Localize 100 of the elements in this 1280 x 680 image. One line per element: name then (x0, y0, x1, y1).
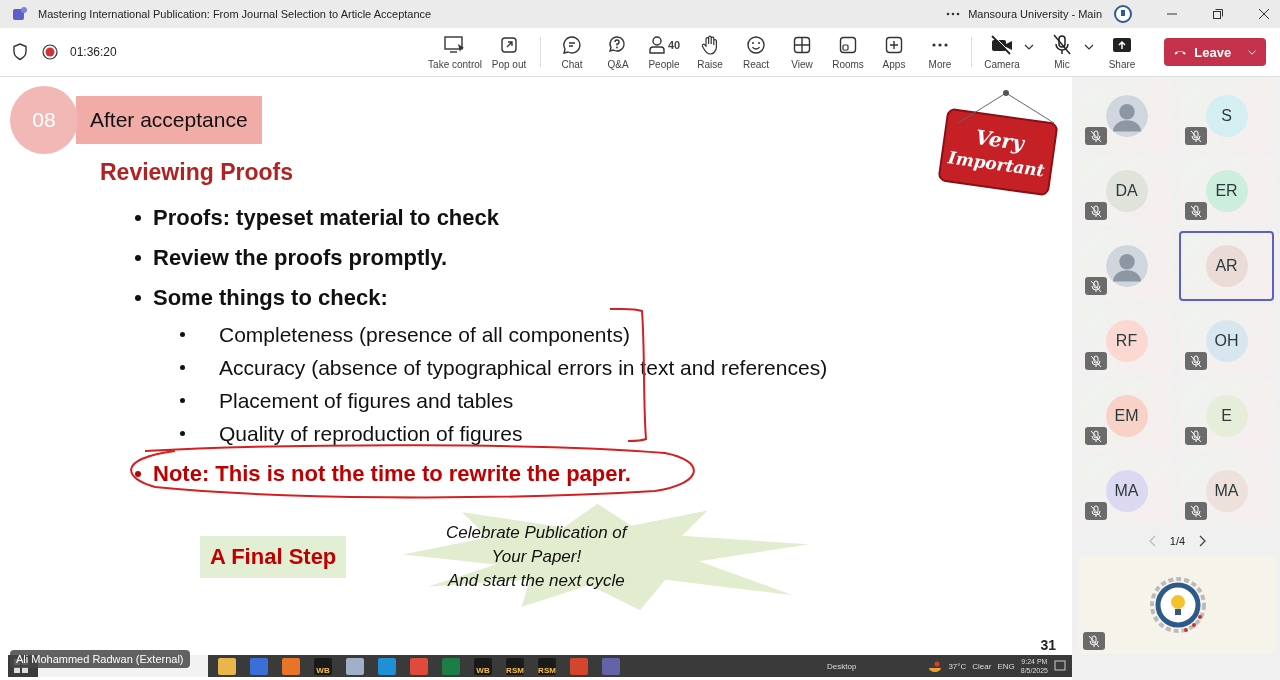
camera-button[interactable]: Camera (980, 32, 1024, 72)
participant-tile[interactable]: ER (1179, 156, 1274, 226)
taskbar-app-icon[interactable] (218, 657, 236, 675)
share-screen-icon (1112, 37, 1132, 53)
taskbar-app-icon[interactable] (378, 657, 396, 675)
avatar-initials: RF (1105, 320, 1148, 362)
celebrate-text: And start the next cycle (447, 570, 625, 592)
shield-icon[interactable] (12, 43, 28, 61)
chat-icon (562, 35, 582, 55)
react-button[interactable]: React (733, 32, 779, 72)
avatar-initials: MA (1205, 470, 1248, 512)
taskbar-app-icon[interactable]: RSM (506, 657, 524, 675)
avatar-initials: AR (1205, 245, 1248, 287)
rooms-icon (839, 36, 857, 54)
presenter-name-tooltip: Ali Mohammed Radwan (External) (10, 650, 190, 668)
sub-bullet-text: Placement of figures and tables (219, 388, 514, 413)
leave-button[interactable]: Leave (1164, 38, 1266, 66)
plus-square-icon (885, 36, 903, 54)
bullet-text: Review the proofs promptly. (153, 245, 448, 271)
avatar-initials: DA (1105, 170, 1148, 212)
person-silhouette-icon (1105, 95, 1148, 137)
sub-bullet-text: Completeness (presence of all components) (219, 322, 630, 347)
very-important-sign: Very Important (937, 107, 1059, 197)
participant-tile[interactable]: RF (1079, 306, 1174, 376)
celebrate-text: Your Paper! (491, 546, 582, 568)
avatar-initials: OH (1205, 320, 1248, 362)
bullet-text: Some things to check: (153, 285, 388, 311)
chevron-down-icon[interactable] (1024, 44, 1034, 50)
weather-icon (928, 660, 943, 672)
avatar-initials: EM (1105, 395, 1148, 437)
app-logo-icon (10, 6, 28, 22)
taskbar-app-icon[interactable]: WB (314, 657, 332, 675)
qa-button[interactable]: Q&A (595, 32, 641, 72)
people-icon (647, 35, 666, 55)
gear-lightbulb-logo-icon (1149, 577, 1206, 633)
content-tile[interactable] (1079, 556, 1276, 654)
view-button[interactable]: View (779, 32, 825, 72)
person-silhouette-icon (1105, 245, 1148, 287)
bullet-icon (135, 255, 141, 261)
taskbar-app-icon[interactable] (282, 657, 300, 675)
rooms-button[interactable]: Rooms (825, 32, 871, 72)
more-icon[interactable] (946, 12, 961, 16)
smiley-icon (746, 35, 766, 55)
participant-tile[interactable] (1079, 81, 1174, 151)
meeting-timer: 01:36:20 (70, 45, 117, 59)
participant-tile[interactable]: DA (1079, 156, 1174, 226)
bullet-icon (180, 398, 185, 403)
slide-number: 31 (1040, 637, 1056, 653)
avatar-initials: MA (1105, 470, 1148, 512)
slide-heading: Reviewing Proofs (100, 159, 293, 186)
final-step-label: A Final Step (200, 536, 347, 578)
window-title: Mastering International Publication: From Journal Selection to Article Acceptance (38, 8, 432, 20)
account-avatar-icon[interactable] (1114, 5, 1132, 23)
taskbar-app-icon[interactable] (570, 657, 588, 675)
participant-tile[interactable]: OH (1179, 306, 1274, 376)
question-bubble-icon (608, 35, 628, 55)
weather-text: Clear (972, 661, 992, 671)
participant-tile[interactable]: E (1179, 381, 1274, 451)
apps-button[interactable]: Apps (871, 32, 917, 72)
people-button[interactable]: 40 People (641, 32, 687, 72)
language-indicator[interactable]: ENG (997, 661, 1015, 671)
bullet-icon (180, 332, 185, 337)
avatar-initials: E (1205, 395, 1248, 437)
bullet-text: Proofs: typeset material to check (153, 205, 499, 231)
more-icon (931, 42, 949, 48)
celebrate-text: Celebrate Publication of (446, 522, 627, 544)
participant-tile[interactable]: EM (1079, 381, 1174, 451)
participant-tile[interactable] (1079, 231, 1174, 301)
avatar-initials: S (1205, 95, 1248, 137)
chat-button[interactable]: Chat (549, 32, 595, 72)
account-name: Mansoura University - Main (968, 8, 1102, 20)
taskbar-app-icon[interactable] (346, 657, 364, 675)
hand-icon (701, 35, 719, 55)
section-title: After acceptance (76, 96, 262, 144)
sub-bullet-text: Quality of reproduction of figures (219, 421, 523, 446)
participant-tile[interactable]: MA (1079, 456, 1174, 526)
taskbar-app-icon[interactable]: RSM (538, 657, 556, 675)
bullet-icon (135, 471, 141, 477)
chevron-down-icon[interactable] (1084, 44, 1094, 50)
pop-out-button[interactable]: Pop out (486, 32, 532, 72)
taskbar-app-icon[interactable]: WB (474, 657, 492, 675)
restore-icon[interactable] (1212, 8, 1224, 20)
mic-button[interactable]: Mic (1040, 32, 1084, 72)
avatar-initials: ER (1205, 170, 1248, 212)
chevron-down-icon (1247, 48, 1256, 56)
notification-icon[interactable] (1054, 660, 1066, 672)
close-icon[interactable] (1258, 8, 1270, 20)
note-text: Note: This is not the time to rewrite the paper. (153, 461, 631, 487)
hang-up-icon (1174, 48, 1187, 56)
participant-tile[interactable]: S (1179, 81, 1274, 151)
grid-icon (793, 36, 811, 54)
chevron-right-icon[interactable] (1199, 535, 1208, 547)
participant-tile[interactable]: MA (1179, 456, 1274, 526)
share-button[interactable]: Share (1100, 32, 1144, 72)
more-button[interactable]: More (917, 32, 963, 72)
bullet-icon (180, 431, 185, 436)
take-control-button[interactable]: Take control (424, 32, 486, 72)
raise-button[interactable]: Raise (687, 32, 733, 72)
taskbar-app-icon[interactable] (410, 657, 428, 675)
participant-tile[interactable]: AR (1179, 231, 1274, 301)
